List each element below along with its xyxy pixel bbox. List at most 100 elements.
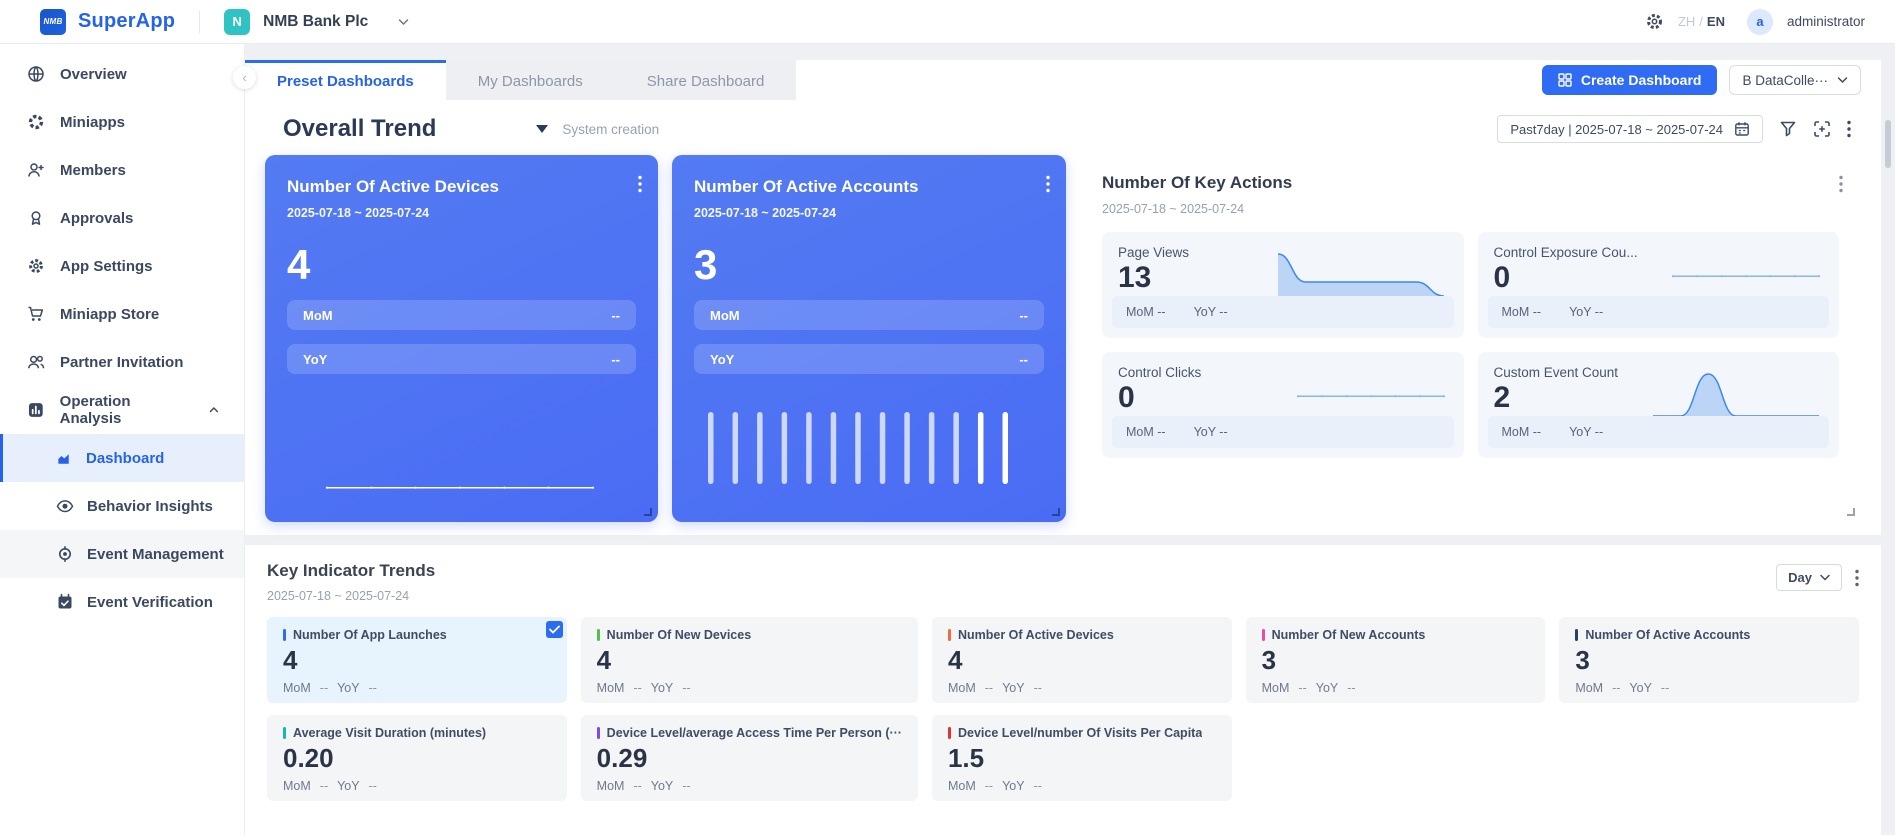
sidebar-item-event-management[interactable]: Event Management [0,530,244,578]
flat-sparkline [325,486,595,489]
sidebar-item-miniapps[interactable]: Miniapps [0,98,244,146]
yoy-row: YoY -- [694,344,1044,374]
indicator-card-new-accounts[interactable]: Number Of New Accounts 3 MoM -- YoY -- [1245,617,1546,703]
card-title: Number Of Active Devices [287,177,499,196]
sidebar-item-approvals[interactable]: Approvals [0,194,244,242]
chevron-down-icon [1820,574,1830,581]
filter-funnel-icon[interactable] [1779,120,1797,138]
mom-yoy-row: MoM -- YoY -- [947,779,1042,793]
series-color-marker [283,629,286,641]
sidebar-collapse-button[interactable]: ‹ [233,66,256,89]
tile-control-clicks: Control Clicks 0 MoM -- YoY -- [1102,352,1464,458]
indicator-value: 4 [596,645,612,675]
create-dashboard-label: Create Dashboard [1580,72,1702,88]
yoy-value: YoY -- [1569,425,1604,439]
section-title: Key Indicator Trends [267,561,436,580]
card-kebab-icon[interactable] [1046,175,1050,198]
cart-icon [28,306,44,321]
fullscreen-expand-icon[interactable] [1813,120,1831,138]
series-color-marker [1575,629,1579,641]
indicator-value: 3 [1575,645,1590,675]
card-value: 3 [694,241,718,288]
tenant-switcher[interactable]: N NMB Bank Plc [224,8,409,35]
sidebar-item-label: Approvals [60,209,134,227]
mom-row: MoM -- [694,300,1044,330]
sidebar-item-event-verification[interactable]: Event Verification [0,578,244,626]
indicator-card-avg-access-time[interactable]: Device Level/average Access Time Per Per… [580,715,918,801]
mom-yoy-row: MoM -- YoY -- [1575,681,1670,695]
card-kebab-icon[interactable] [638,175,642,198]
mom-value: -- [1019,307,1028,323]
data-collection-dropdown[interactable]: B DataColle··· [1729,65,1861,95]
chevron-down-icon [1837,77,1848,84]
indicator-card-app-launches[interactable]: Number Of App Launches 4 MoM -- YoY -- [267,617,567,703]
series-color-marker [596,629,600,641]
card-title: Number Of Key Actions [1102,173,1293,192]
collapse-triangle-icon[interactable] [536,125,549,133]
resize-handle[interactable] [1847,508,1855,516]
indicator-card-visits-per-capita[interactable]: Device Level/number Of Visits Per Capita… [931,715,1232,801]
indicator-label: Number Of Active Devices [957,628,1114,642]
dashboard-grid-icon [1558,73,1572,87]
mom-yoy-row: MoM -- YoY -- [596,779,691,793]
language-switcher[interactable]: ZH / EN [1678,14,1725,29]
lang-en[interactable]: EN [1707,14,1725,29]
people-icon [28,355,45,369]
indicator-card-avg-visit-duration[interactable]: Average Visit Duration (minutes) 0.20 Mo… [267,715,567,801]
indicator-label: Device Level/number Of Visits Per Capita [957,726,1203,740]
sidebar-item-app-settings[interactable]: App Settings [0,242,244,290]
tab-my-dashboards[interactable]: My Dashboards [446,60,615,100]
chevron-up-icon [209,406,219,413]
sidebar-item-label: Dashboard [86,449,165,467]
sidebar-item-behavior-insights[interactable]: Behavior Insights [0,482,244,530]
sidebar-item-label: Members [60,161,126,179]
tile-control-exposure: Control Exposure Cou... 0 MoM -- YoY -- [1477,232,1839,338]
indicator-card-new-devices[interactable]: Number Of New Devices 4 MoM -- YoY -- [580,617,918,703]
sidebar-item-partner-invitation[interactable]: Partner Invitation [0,338,244,386]
indicator-label: Number Of Active Accounts [1585,628,1751,642]
mom-value: -- [611,307,620,323]
key-indicator-trends-panel: Key Indicator Trends 2025-07-18 ~ 2025-0… [245,545,1881,835]
lang-zh[interactable]: ZH [1678,14,1695,29]
indicator-label: Average Visit Duration (minutes) [293,726,487,740]
more-options-kebab-icon[interactable] [1855,569,1859,587]
mom-value: MoM -- [1126,425,1166,439]
sidebar-item-overview[interactable]: Overview [0,50,244,98]
granularity-select[interactable]: Day [1776,564,1842,591]
tab-share-dashboard[interactable]: Share Dashboard [615,60,797,100]
indicator-card-active-devices[interactable]: Number Of Active Devices 4 MoM -- YoY -- [931,617,1232,703]
sidebar: Overview Miniapps Members Approvals App … [0,44,245,835]
indicator-label: Number Of App Launches [293,628,447,642]
create-dashboard-button[interactable]: Create Dashboard [1541,65,1718,95]
tab-preset-dashboards[interactable]: Preset Dashboards [245,60,446,100]
card-kebab-icon[interactable] [1839,175,1843,198]
area-chart-icon [58,453,69,464]
sidebar-item-miniapp-store[interactable]: Miniapp Store [0,290,244,338]
user-avatar[interactable]: a [1746,8,1773,35]
flat-sparkline [1296,395,1445,398]
location-target-icon [59,546,71,562]
indicator-card-active-accounts[interactable]: Number Of Active Accounts 3 MoM -- YoY -- [1559,617,1859,703]
tabs-strip: Preset Dashboards My Dashboards Share Da… [245,60,797,100]
resize-handle[interactable] [1052,508,1060,516]
checkbox-checked[interactable] [545,621,563,638]
sidebar-item-label: Event Management [87,545,224,563]
trend-header: Overall Trend System creation Past7day |… [245,100,1881,154]
yoy-row: YoY -- [287,344,636,374]
vertical-scrollbar-thumb[interactable] [1885,120,1891,168]
more-options-kebab-icon[interactable] [1847,120,1851,138]
yoy-value: -- [611,351,620,367]
indicator-value: 0.20 [283,743,334,773]
bar-chart-icon [28,403,43,417]
sidebar-item-members[interactable]: Members [0,146,244,194]
mom-row: MoM -- [287,300,636,330]
indicator-label: Device Level/average Access Time Per Per… [606,726,902,740]
person-add-icon [28,163,44,177]
resize-handle[interactable] [644,508,652,516]
date-range-picker[interactable]: Past7day | 2025-07-18 ~ 2025-07-24 [1497,115,1763,143]
mom-yoy-row: MoM -- YoY -- [1487,416,1829,448]
user-name[interactable]: administrator [1787,14,1865,29]
settings-gear-icon[interactable] [1645,12,1664,31]
sidebar-item-dashboard[interactable]: Dashboard [0,434,244,482]
sidebar-item-operation-analysis[interactable]: Operation Analysis [0,386,244,434]
